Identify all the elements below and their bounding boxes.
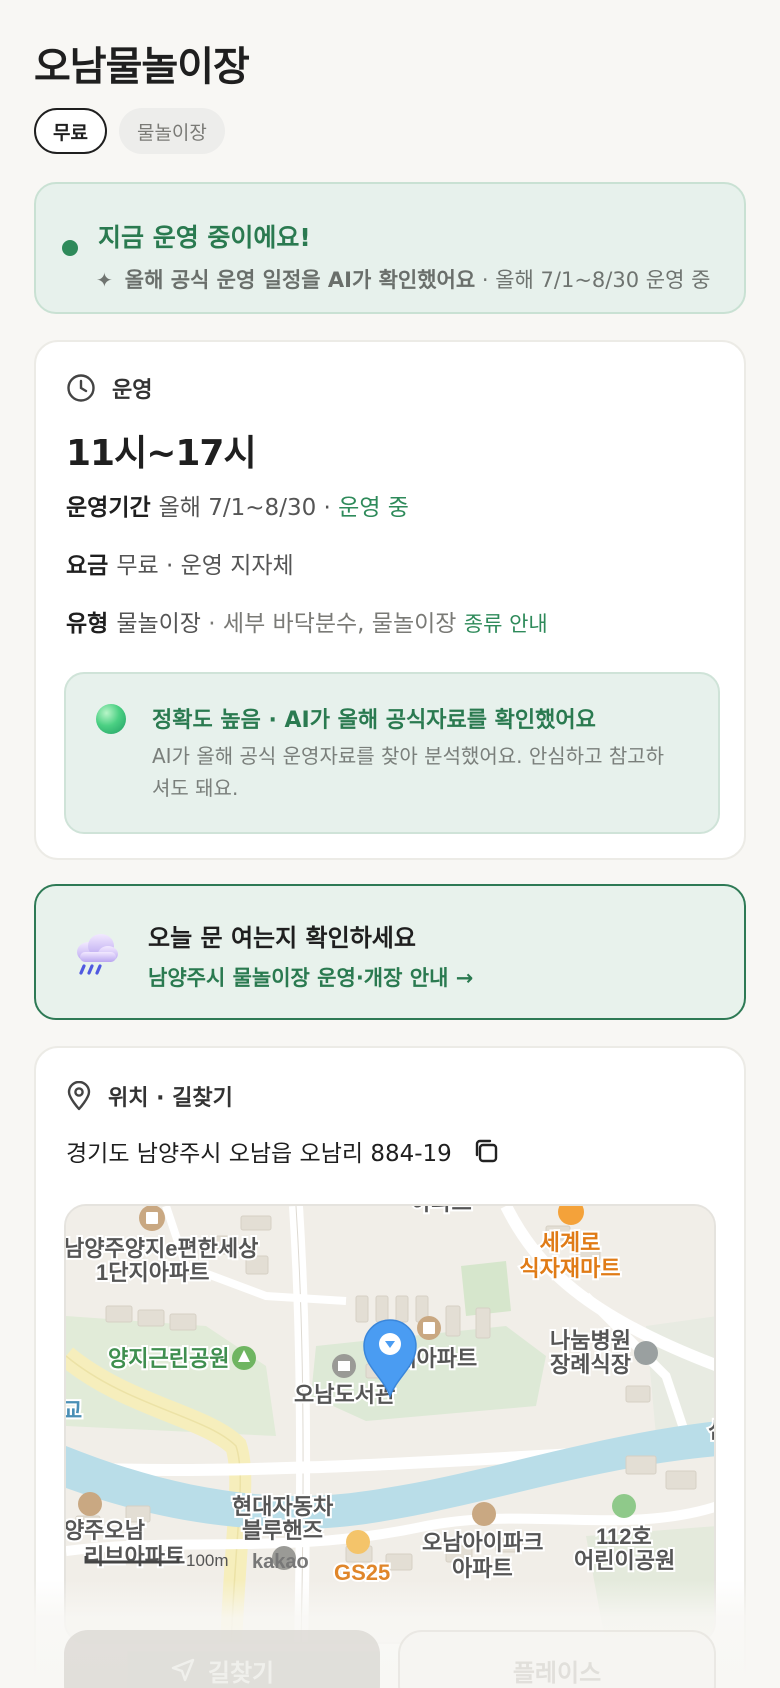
- accuracy-box: 정확도 높음 · AI가 올해 공식자료를 확인했어요 AI가 올해 공식 운영…: [64, 672, 720, 834]
- map-label-mart-2: 식자재마트: [519, 1256, 620, 1281]
- location-section-header: 위치 · 길찾기: [66, 1080, 233, 1112]
- fee-value: 무료 · 운영 지자체: [116, 553, 294, 579]
- notice-title: 오늘 문 여는지 확인하세요: [148, 924, 416, 952]
- sparkle-icon: ✦: [96, 268, 113, 292]
- map-label-left-edge: 교: [66, 1398, 82, 1423]
- map-label-hospital-1: 나눔병원: [550, 1328, 631, 1353]
- type-row: 유형 물놀이장 · 세부 바닥분수, 물놀이장 종류 안내: [66, 604, 548, 638]
- map-label-apt-left-2: 1단지아파트: [96, 1260, 209, 1285]
- map-label-park: 양지근린공원: [108, 1346, 229, 1371]
- place-detail-page: 오남물놀이장 무료 물놀이장 지금 운영 중이에요! ✦ 올해 공식 운영 일정을…: [0, 0, 780, 1688]
- fee-row: 요금 무료 · 운영 지자체: [66, 546, 294, 580]
- place-button[interactable]: 플레이스: [398, 1630, 716, 1688]
- status-subtext: ✦ 올해 공식 운영 일정을 AI가 확인했어요 · 올해 7/1~8/30 운영…: [96, 264, 710, 294]
- map-brand-logo: kakao: [252, 1551, 309, 1573]
- status-dot-icon: [62, 240, 78, 256]
- address-text: 경기도 남양주시 오남읍 오남리 884-19: [66, 1141, 452, 1167]
- period-label: 운영기간: [66, 495, 151, 521]
- type-guide-link[interactable]: 종류 안내: [464, 612, 548, 636]
- tag-chips: 무료 물놀이장: [34, 108, 225, 154]
- hours-section-label: 운영: [112, 378, 153, 403]
- map-label-apt-top: 아파트: [411, 1206, 472, 1215]
- map-label-mart-1: 세계로: [540, 1230, 601, 1255]
- map-label-car-2: 블루핸즈: [242, 1518, 323, 1543]
- map-label-ipark-2: 아파트: [452, 1556, 513, 1581]
- map-scale-label: 100m: [186, 1551, 229, 1570]
- map-label-apt-bl-2: 리브아파트: [84, 1544, 185, 1569]
- page-title: 오남물놀이장: [34, 44, 250, 90]
- map-label-library: 오남도서관: [294, 1382, 395, 1407]
- hours-card: 운영 11시~17시 운영기간 올해 7/1~8/30 · 운영 중 요금 무료 ·…: [34, 340, 746, 860]
- map-label-hospital-2: 장례식장: [550, 1352, 631, 1377]
- map-label-right-edge: 심: [708, 1418, 716, 1443]
- period-status: 운영 중: [338, 495, 409, 521]
- location-pin-icon: [67, 1081, 91, 1111]
- clock-icon: [67, 374, 95, 402]
- accuracy-title: 정확도 높음 · AI가 올해 공식자료를 확인했어요: [152, 708, 596, 733]
- map-label-apt-bl-1: 양주오남: [66, 1518, 145, 1543]
- map-view[interactable]: 아파트 세계로 식자재마트 남양주양지e편한세상 1단지아파트 양지근린공원 현…: [64, 1204, 716, 1644]
- type-value: 물놀이장: [116, 611, 201, 637]
- type-detail: · 세부 바닥분수, 물놀이장: [208, 611, 457, 637]
- directions-label: 길찾기: [207, 1658, 275, 1687]
- hours-section-header: 운영: [66, 372, 152, 404]
- map-label-car-1: 현대자동차: [232, 1494, 334, 1519]
- period-value: 올해 7/1~8/30 ·: [158, 495, 331, 521]
- ai-verified-note: 올해 공식 운영 일정을 AI가 확인했어요: [124, 268, 476, 292]
- open-status-card: 지금 운영 중이에요! ✦ 올해 공식 운영 일정을 AI가 확인했어요 · 올해…: [34, 182, 746, 314]
- fee-label: 요금: [66, 553, 109, 579]
- directions-button[interactable]: 길찾기: [64, 1630, 380, 1688]
- rain-cloud-icon: [77, 934, 118, 975]
- status-title: 지금 운영 중이에요!: [98, 223, 311, 252]
- map-label-apt-left-1: 남양주양지e편한세상: [66, 1236, 258, 1261]
- map-label-kinder-1: 112호: [596, 1524, 652, 1549]
- ai-orb-icon: [96, 704, 126, 734]
- place-label: 플레이스: [512, 1658, 602, 1687]
- notice-link[interactable]: 남양주시 물놀이장 운영·개장 안내 →: [148, 962, 473, 992]
- copy-icon[interactable]: [472, 1137, 500, 1165]
- navigation-arrow-icon: [171, 1658, 195, 1682]
- accuracy-description: AI가 올해 공식 운영자료를 찾아 분석했어요. 안심하고 참고하셔도 돼요.: [152, 744, 665, 800]
- operating-hours: 11시~17시: [66, 433, 257, 474]
- type-label: 유형: [66, 611, 109, 637]
- open-check-notice[interactable]: 오늘 문 여는지 확인하세요 남양주시 물놀이장 운영·개장 안내 →: [34, 884, 746, 1020]
- map-label-ipark-1: 오남아이파크: [422, 1530, 543, 1555]
- location-section-label: 위치 · 길찾기: [108, 1086, 233, 1111]
- map-label-kinder-2: 어린이공원: [574, 1548, 675, 1573]
- tag-chip-free[interactable]: 무료: [34, 108, 107, 154]
- address-row: 경기도 남양주시 오남읍 오남리 884-19: [66, 1134, 500, 1168]
- period-row: 운영기간 올해 7/1~8/30 · 운영 중: [66, 488, 409, 522]
- schedule-note: · 올해 7/1~8/30 운영 중: [481, 268, 711, 292]
- tag-chip-waterpark[interactable]: 물놀이장: [118, 108, 225, 154]
